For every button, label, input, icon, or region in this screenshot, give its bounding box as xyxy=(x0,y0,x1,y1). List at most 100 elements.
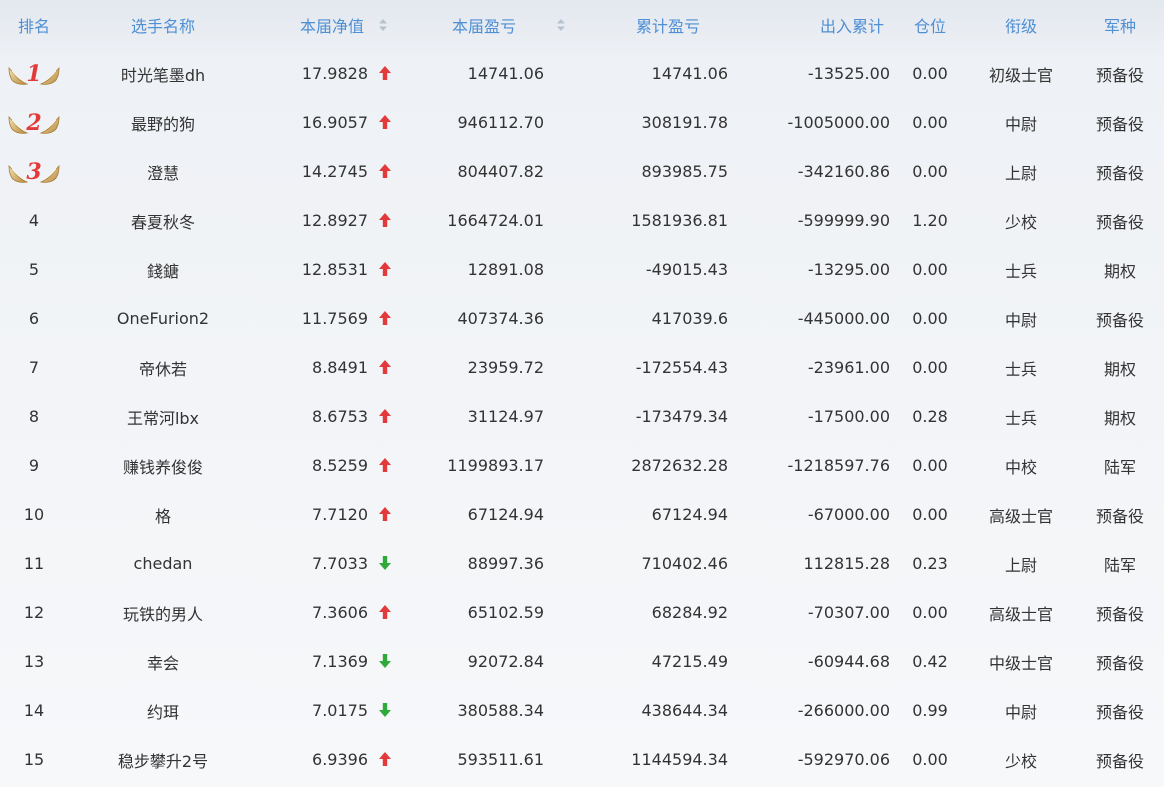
table-row[interactable]: 11 chedan 7.7033 88997.36 710402.46 112815.28… xyxy=(0,539,1164,588)
col-header-name: 选手名称 xyxy=(130,16,195,36)
table-row[interactable]: 9 赚钱养俊俊 8.5259 1199893.17 2872632.28 -1218597… xyxy=(0,441,1164,490)
title-cell: 高级士官 xyxy=(988,604,1053,624)
player-name[interactable]: 錢鎕 xyxy=(68,258,258,282)
arm-cell: 期权 xyxy=(1103,408,1136,428)
table-row[interactable]: 1 时光笔墨dh 17.9828 14741.06 14741.06 -13525.00 0… xyxy=(0,49,1164,98)
sort-icon[interactable] xyxy=(378,18,388,32)
cumulative-cell: 417039.6 xyxy=(651,309,728,328)
rank-cell: 4 xyxy=(28,211,40,230)
flow-cell: -60944.68 xyxy=(807,652,890,671)
title-cell: 士兵 xyxy=(1004,359,1037,379)
nav-cell: 7.7033 xyxy=(258,554,414,573)
arm-cell: 预备役 xyxy=(1095,751,1144,771)
position-cell: 0.23 xyxy=(912,554,948,573)
arrow-up-icon xyxy=(379,507,391,521)
player-name[interactable]: 澄慧 xyxy=(68,160,258,184)
player-name[interactable]: 约珥 xyxy=(68,699,258,723)
player-name[interactable]: chedan xyxy=(68,554,258,573)
profit-cell: 804407.82 xyxy=(457,162,544,181)
player-name[interactable]: 幸会 xyxy=(68,650,258,674)
cumulative-cell: -172554.43 xyxy=(635,358,728,377)
profit-cell: 946112.70 xyxy=(457,113,544,132)
nav-cell: 12.8927 xyxy=(258,211,414,230)
rank-cell: 3 xyxy=(0,156,68,188)
col-header-cumulative: 累计盈亏 xyxy=(635,16,700,36)
title-cell: 上尉 xyxy=(1004,163,1037,183)
nav-cell: 7.1369 xyxy=(258,652,414,671)
player-name[interactable]: 赚钱养俊俊 xyxy=(68,454,258,478)
cumulative-cell: 438644.34 xyxy=(641,701,728,720)
table-row[interactable]: 3 澄慧 14.2745 804407.82 893985.75 -342160.86 0.… xyxy=(0,147,1164,196)
title-cell: 中尉 xyxy=(1004,310,1037,330)
profit-cell: 593511.61 xyxy=(457,750,544,769)
arrow-up-icon xyxy=(379,752,391,766)
profit-cell: 1199893.17 xyxy=(447,456,544,475)
player-name[interactable]: 最野的狗 xyxy=(68,111,258,135)
table-row[interactable]: 13 幸会 7.1369 92072.84 47215.49 -60944.68 0.42 中… xyxy=(0,637,1164,686)
arrow-up-icon xyxy=(379,409,391,423)
nav-value: 7.1369 xyxy=(312,652,368,671)
nav-value: 12.8927 xyxy=(301,211,368,230)
arrow-down-icon xyxy=(379,556,391,570)
sort-icon[interactable] xyxy=(556,18,566,32)
arm-cell: 期权 xyxy=(1103,359,1136,379)
arrow-up-icon xyxy=(379,262,391,276)
player-name[interactable]: 玩铁的男人 xyxy=(68,601,258,625)
rank-cell: 7 xyxy=(28,358,40,377)
nav-cell: 11.7569 xyxy=(258,309,414,328)
rank-cell: 6 xyxy=(28,309,40,328)
nav-value: 7.3606 xyxy=(312,603,368,622)
position-cell: 0.28 xyxy=(912,407,948,426)
player-name[interactable]: 王常河lbx xyxy=(68,405,258,429)
player-name[interactable]: OneFurion2 xyxy=(68,309,258,328)
table-row[interactable]: 4 春夏秋冬 12.8927 1664724.01 1581936.81 -599999.… xyxy=(0,196,1164,245)
table-row[interactable]: 15 稳步攀升2号 6.9396 593511.61 1144594.34 -592970… xyxy=(0,735,1164,784)
nav-value: 12.8531 xyxy=(301,260,368,279)
player-name[interactable]: 帝休若 xyxy=(68,356,258,380)
player-name[interactable]: 格 xyxy=(68,503,258,527)
arrow-down-icon xyxy=(379,703,391,717)
arrow-up-icon xyxy=(379,458,391,472)
col-header-rank: 排名 xyxy=(17,16,50,36)
arrow-down-icon xyxy=(379,654,391,668)
col-header-profit-label: 本届盈亏 xyxy=(451,16,516,36)
cumulative-cell: -49015.43 xyxy=(645,260,728,279)
nav-cell: 17.9828 xyxy=(258,64,414,83)
table-row[interactable]: 2 最野的狗 16.9057 946112.70 308191.78 -1005000.0… xyxy=(0,98,1164,147)
arm-cell: 预备役 xyxy=(1095,604,1144,624)
table-row[interactable]: 12 玩铁的男人 7.3606 65102.59 68284.92 -70307.00 0.… xyxy=(0,588,1164,637)
table-row[interactable]: 14 约珥 7.0175 380588.34 438644.34 -266000.00 0.… xyxy=(0,686,1164,735)
player-name[interactable]: 春夏秋冬 xyxy=(68,209,258,233)
table-row[interactable]: 10 格 7.7120 67124.94 67124.94 -67000.00 0.00 高级… xyxy=(0,490,1164,539)
rank-cell: 13 xyxy=(23,652,45,671)
col-header-position: 仓位 xyxy=(913,16,946,36)
table-row[interactable]: 7 帝休若 8.8491 23959.72 -172554.43 -23961.00 0.0… xyxy=(0,343,1164,392)
title-cell: 少校 xyxy=(1004,212,1037,232)
flow-cell: -23961.00 xyxy=(807,358,890,377)
position-cell: 0.99 xyxy=(912,701,948,720)
player-name[interactable]: 时光笔墨dh xyxy=(68,62,258,86)
rank-number: 1 xyxy=(26,60,42,87)
title-cell: 中尉 xyxy=(1004,114,1037,134)
position-cell: 0.00 xyxy=(912,456,948,475)
arrow-up-icon xyxy=(379,213,391,227)
table-row[interactable]: 6 OneFurion2 11.7569 407374.36 417039.6 -4450… xyxy=(0,294,1164,343)
arm-cell: 陆军 xyxy=(1103,555,1136,575)
title-cell: 初级士官 xyxy=(988,65,1053,85)
arm-cell: 预备役 xyxy=(1095,310,1144,330)
profit-cell: 92072.84 xyxy=(467,652,544,671)
title-cell: 上尉 xyxy=(1004,555,1037,575)
arm-cell: 陆军 xyxy=(1103,457,1136,477)
profit-cell: 380588.34 xyxy=(457,701,544,720)
col-header-flow: 出入累计 xyxy=(819,16,884,36)
col-header-nav-label: 本届净值 xyxy=(299,16,364,36)
arm-cell: 预备役 xyxy=(1095,212,1144,232)
nav-value: 11.7569 xyxy=(301,309,368,328)
arrow-up-icon xyxy=(379,115,391,129)
table-row[interactable]: 5 錢鎕 12.8531 12891.08 -49015.43 -13295.00 0.00… xyxy=(0,245,1164,294)
table-row[interactable]: 8 王常河lbx 8.6753 31124.97 -173479.34 -17500.00… xyxy=(0,392,1164,441)
player-name[interactable]: 稳步攀升2号 xyxy=(68,748,258,772)
nav-cell: 8.5259 xyxy=(258,456,414,475)
rank-number: 3 xyxy=(26,158,42,185)
col-header-title: 衔级 xyxy=(1004,16,1037,36)
